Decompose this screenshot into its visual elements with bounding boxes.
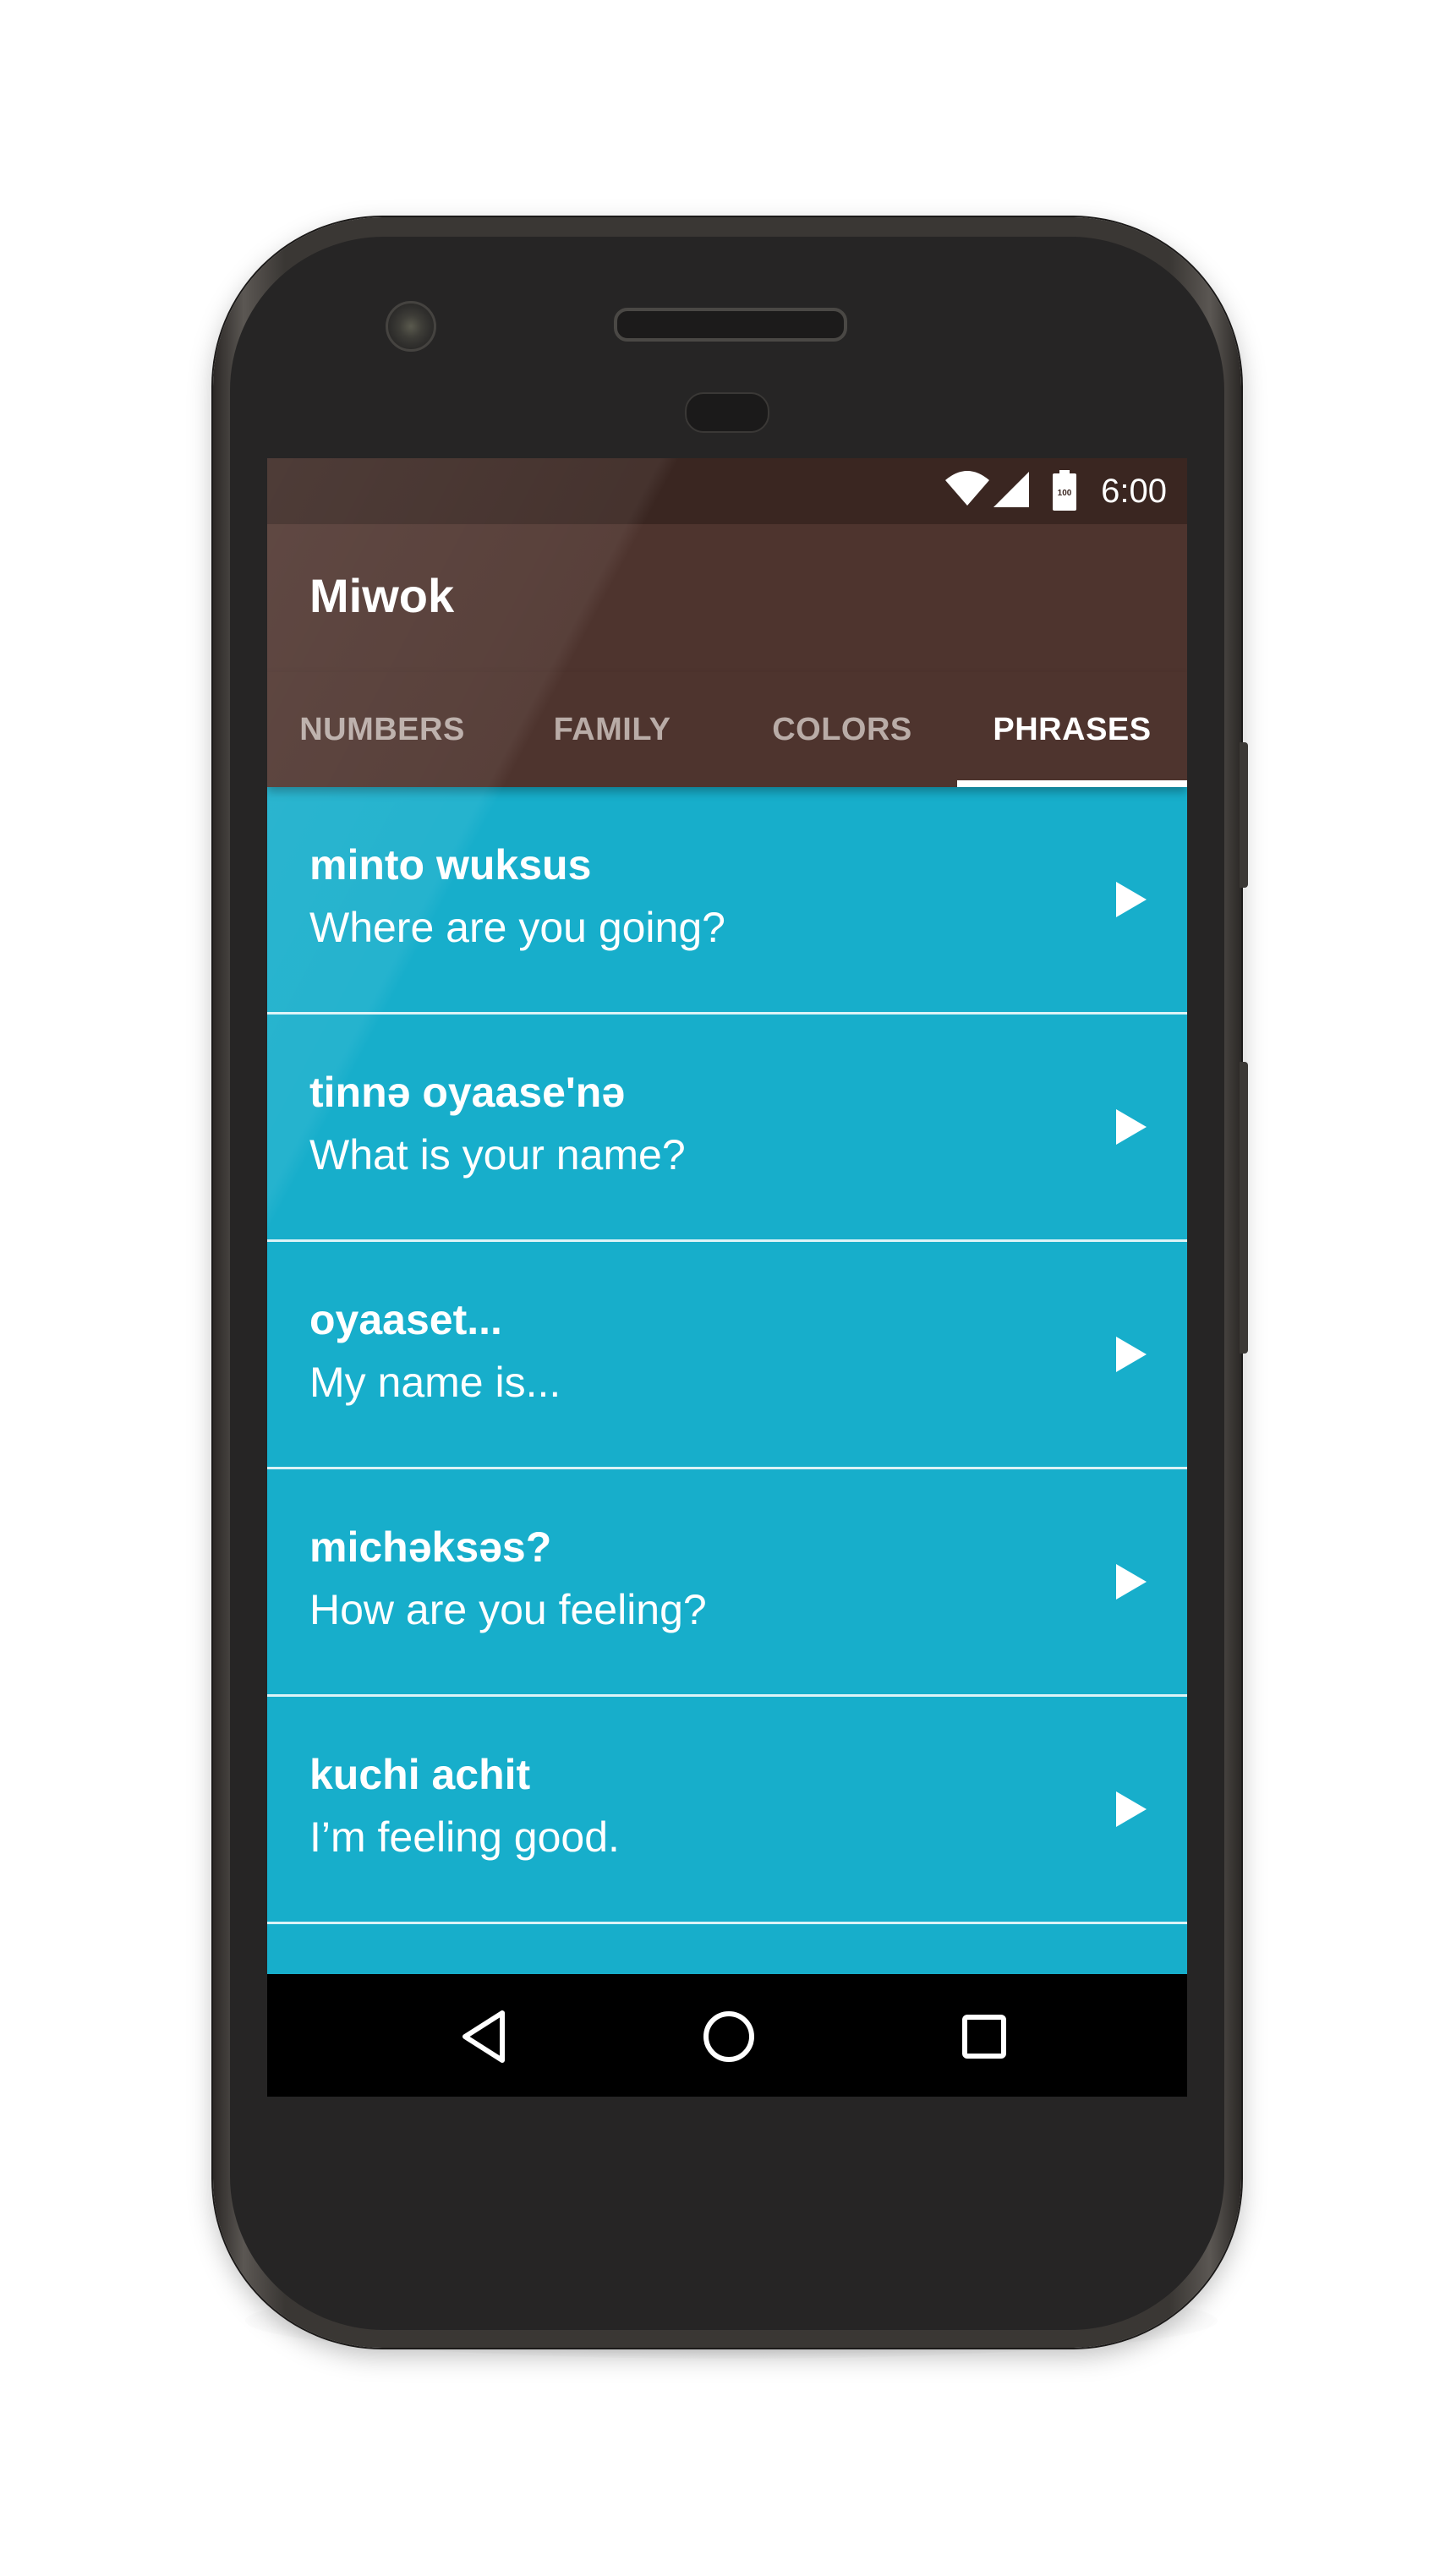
play-icon[interactable] [1113,880,1150,919]
status-bar: 100 6:00 [267,458,1187,524]
english-translation: My name is... [309,1359,561,1406]
tab-colors[interactable]: COLORS [727,672,957,787]
list-item-partial[interactable] [267,1924,1187,1974]
app-bar: Miwok [267,524,1187,672]
tab-phrases[interactable]: PHRASES [957,672,1187,787]
volume-button [1240,1062,1248,1354]
miwok-phrase: michəksəs? [309,1523,552,1571]
play-icon[interactable] [1113,1108,1150,1146]
status-time: 6:00 [1101,473,1167,510]
tab-numbers[interactable]: NUMBERS [267,672,497,787]
english-translation: Where are you going? [309,904,725,951]
earpiece-speaker [614,308,847,342]
miwok-phrase: minto wuksus [309,841,592,889]
active-tab-indicator [957,780,1187,787]
miwok-phrase: oyaaset... [309,1296,502,1343]
app-title: Miwok [309,569,455,622]
phone-screen: 100 6:00 Miwok NUMBERS FAMILY COLORS PHR… [267,458,1187,2097]
play-icon[interactable] [1113,1562,1150,1601]
wifi-icon [945,471,989,506]
tab-family[interactable]: FAMILY [497,672,727,787]
front-camera [386,301,436,352]
proximity-sensor [685,392,769,433]
play-icon[interactable] [1113,1790,1150,1829]
list-item[interactable]: minto wuksus Where are you going? [267,787,1187,1015]
list-item[interactable]: oyaaset... My name is... [267,1242,1187,1469]
play-icon[interactable] [1113,1335,1150,1374]
list-item[interactable]: michəksəs? How are you feeling? [267,1469,1187,1697]
list-item[interactable]: kuchi achit I’m feeling good. [267,1697,1187,1924]
english-translation: What is your name? [309,1131,686,1179]
phrase-list[interactable]: minto wuksus Where are you going? tinnə … [267,787,1187,1974]
miwok-phrase: tinnə oyaase'nə [309,1069,626,1116]
back-icon[interactable] [455,2004,519,2069]
power-button [1240,742,1248,888]
tab-bar: NUMBERS FAMILY COLORS PHRASES [267,672,1187,787]
recents-icon[interactable] [952,2004,1016,2069]
english-translation: I’m feeling good. [309,1813,620,1861]
miwok-phrase: kuchi achit [309,1751,531,1798]
home-icon[interactable] [697,2004,761,2069]
list-item[interactable]: tinnə oyaase'nə What is your name? [267,1015,1187,1242]
battery-icon: 100 [1053,470,1076,511]
cell-signal-icon [993,472,1029,507]
battery-level-label: 100 [1058,489,1072,498]
english-translation: How are you feeling? [309,1586,707,1633]
navigation-bar [267,1974,1187,2097]
